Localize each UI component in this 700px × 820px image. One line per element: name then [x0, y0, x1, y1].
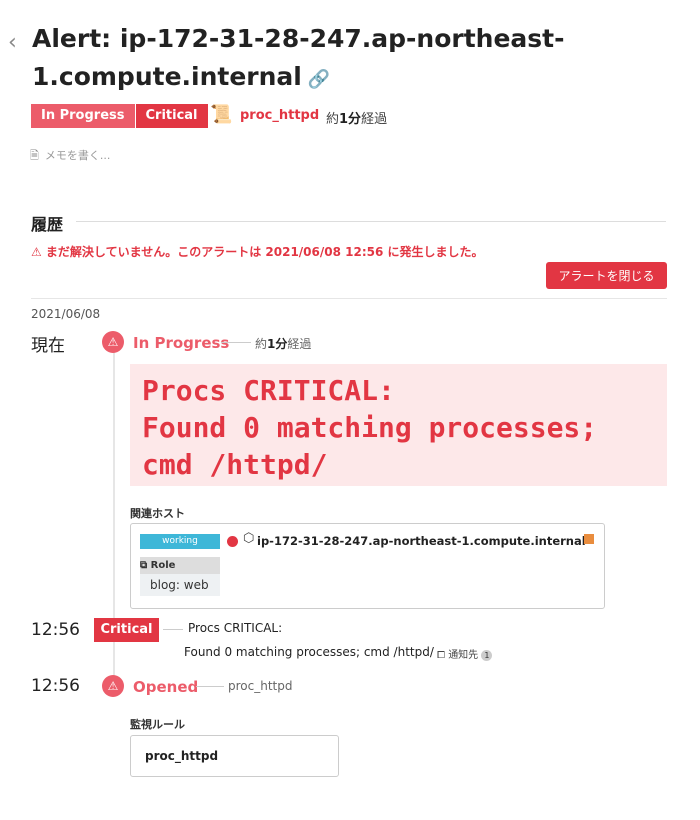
critical-time-label: 12:56: [31, 620, 80, 640]
history-heading: 履歴: [31, 215, 64, 234]
timeline-date: 2021/06/08: [31, 307, 101, 321]
opened-time-label: 12:56: [31, 676, 80, 696]
critical-badge: Critical: [94, 618, 159, 642]
notification-recipients[interactable]: ⧠ 通知先 1: [437, 646, 493, 661]
status-badge: In Progress: [31, 104, 135, 128]
critical-message-line1: Procs CRITICAL:: [188, 621, 283, 635]
current-elapsed: 約1分経過: [255, 337, 312, 351]
document-icon: 🗎: [30, 149, 39, 162]
timeline-dash: [221, 342, 251, 343]
monitor-link[interactable]: proc_httpd: [240, 108, 319, 123]
page-title: Alert: ip-172-31-28-247.ap-northeast-1.c…: [32, 20, 632, 99]
notify-icon: ⧠: [437, 650, 445, 661]
memo-placeholder: メモを書く...: [44, 149, 111, 162]
elapsed-time: 約1分経過: [326, 112, 388, 127]
external-link-icon[interactable]: [584, 534, 594, 544]
role-value[interactable]: blog: web: [140, 574, 220, 596]
opened-status: Opened: [133, 678, 199, 696]
role-icon: ⧉: [140, 560, 148, 571]
alert-icon: ⚠: [102, 675, 124, 697]
opened-monitor: proc_httpd: [228, 679, 293, 693]
related-host-heading: 関連ホスト: [130, 507, 185, 520]
close-alert-button[interactable]: アラートを閉じる: [546, 262, 667, 289]
monitor-rule-heading: 監視ルール: [130, 718, 185, 731]
host-alert-dot: [227, 536, 238, 547]
cube-icon: ⬡: [243, 531, 255, 546]
timeline-dash: [163, 629, 183, 630]
alert-message: Procs CRITICAL: Found 0 matching processe…: [142, 374, 598, 481]
critical-message-line2: Found 0 matching processes; cmd /httpd/: [184, 645, 434, 659]
role-header: ⧉ Role: [140, 557, 220, 574]
memo-input[interactable]: 🗎 メモを書く...: [30, 147, 110, 166]
unresolved-warning: ⚠ まだ解決していません。このアラートは 2021/06/08 12:56 に発…: [31, 245, 484, 259]
timeline-dash: [196, 686, 224, 687]
alert-icon: ⚠: [102, 331, 124, 353]
severity-badge: Critical: [134, 104, 208, 128]
status-badges: In Progress Critical: [31, 104, 208, 128]
section-divider: [31, 298, 667, 299]
history-divider: [76, 221, 666, 222]
alert-title-text: Alert: ip-172-31-28-247.ap-northeast-1.c…: [32, 24, 565, 91]
host-status-badge: working: [140, 534, 220, 549]
link-icon[interactable]: 🔗: [308, 69, 330, 90]
back-chevron-icon[interactable]: ‹: [8, 30, 17, 55]
monitor-scroll-icon: 📜: [210, 104, 233, 125]
host-link[interactable]: ip-172-31-28-247.ap-northeast-1.compute.…: [257, 534, 586, 548]
current-time-label: 現在: [31, 336, 65, 356]
current-status: In Progress: [133, 334, 230, 352]
monitor-rule-name[interactable]: proc_httpd: [145, 749, 218, 763]
notify-count: 1: [481, 650, 493, 661]
